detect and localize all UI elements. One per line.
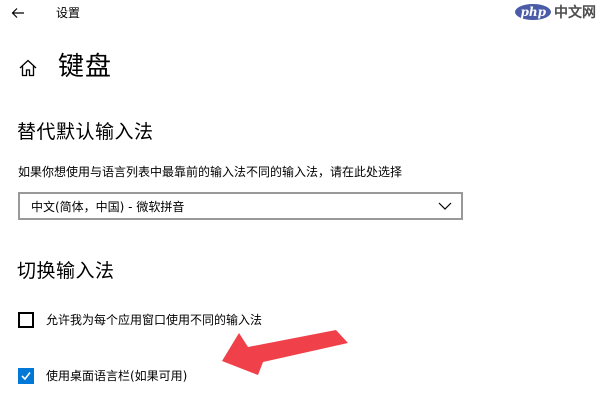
section-title-switch: 切换输入法: [17, 260, 115, 282]
section-title-override: 替代默认输入法: [17, 121, 154, 143]
input-method-dropdown[interactable]: 中文(简体，中国) - 微软拼音: [18, 192, 463, 220]
chevron-down-icon: [438, 202, 452, 210]
watermark-badge: php: [515, 4, 551, 20]
home-icon: [19, 59, 37, 77]
language-bar-checkbox[interactable]: [18, 368, 34, 384]
per-app-input-method-option[interactable]: 允许我为每个应用窗口使用不同的输入法: [18, 310, 262, 330]
back-button[interactable]: [4, 2, 32, 24]
page-title: 键盘: [58, 52, 113, 82]
watermark-text: 中文网: [554, 5, 596, 21]
per-app-label: 允许我为每个应用窗口使用不同的输入法: [46, 313, 263, 327]
desktop-language-bar-option[interactable]: 使用桌面语言栏(如果可用): [18, 366, 187, 386]
app-title: 设置: [56, 6, 81, 20]
per-app-checkbox[interactable]: [18, 312, 34, 328]
title-bar: 设置 php 中文网: [0, 0, 600, 28]
back-arrow-icon: [11, 8, 24, 18]
watermark-logo: php 中文网: [500, 0, 596, 24]
checkmark-icon: [21, 372, 31, 381]
dropdown-selected-value: 中文(简体，中国) - 微软拼音: [31, 200, 185, 214]
language-bar-label: 使用桌面语言栏(如果可用): [46, 369, 188, 383]
override-description: 如果你想使用与语言列表中最靠前的输入法不同的输入法，请在此处选择: [18, 165, 403, 179]
